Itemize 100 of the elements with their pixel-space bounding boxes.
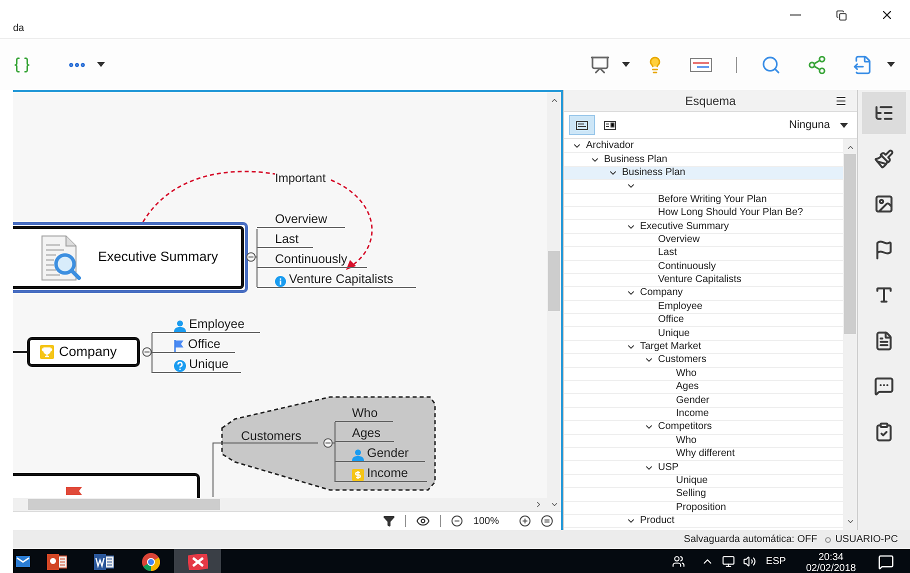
image-icon bbox=[874, 194, 894, 214]
fit-icon[interactable] bbox=[541, 515, 553, 527]
branch-connector bbox=[330, 422, 336, 482]
scrollbar[interactable] bbox=[13, 498, 547, 511]
tree-item[interactable]: How Long Should Your Plan Be? bbox=[564, 206, 843, 220]
taskbar-app[interactable] bbox=[174, 549, 221, 573]
presentation-icon[interactable] bbox=[590, 54, 610, 74]
dollar-icon bbox=[352, 469, 364, 481]
tree-item[interactable]: Last bbox=[564, 247, 843, 261]
tree-item[interactable]: Archivador bbox=[564, 140, 843, 154]
tree-item[interactable]: Business Plan bbox=[564, 166, 843, 180]
collapse-icon[interactable] bbox=[323, 438, 333, 448]
tree-item[interactable]: Unique bbox=[564, 327, 843, 341]
tree-item[interactable]: Who bbox=[564, 368, 843, 382]
tree-item[interactable]: Target Market bbox=[564, 340, 843, 354]
topic-node[interactable]: Company bbox=[27, 337, 140, 367]
topic-text: Venture Capitalists bbox=[289, 271, 394, 287]
network-icon[interactable] bbox=[722, 555, 735, 568]
topic-text: Gender bbox=[367, 445, 409, 461]
panel-title: Esquema bbox=[685, 92, 736, 110]
topic-title[interactable]: Customers bbox=[241, 427, 302, 446]
language-indicator[interactable]: ESP bbox=[766, 554, 786, 569]
topic-label[interactable]: Employee bbox=[152, 315, 260, 333]
scroll-thumb[interactable] bbox=[844, 154, 856, 334]
people-icon[interactable] bbox=[672, 555, 685, 568]
topic-label[interactable]: Office bbox=[152, 335, 235, 353]
tree-item[interactable]: Overview bbox=[564, 234, 843, 248]
clock-date: 02/02/2018 bbox=[806, 563, 856, 573]
topic-node[interactable]: Executive Summary bbox=[13, 222, 248, 293]
tree-item[interactable]: USP bbox=[564, 461, 843, 475]
topic-text: Office bbox=[188, 336, 220, 352]
tree-item[interactable]: Employee bbox=[564, 300, 843, 314]
tree-item[interactable]: Office bbox=[564, 314, 843, 328]
topic-label[interactable]: Ages bbox=[335, 424, 394, 442]
browser-icon bbox=[142, 552, 160, 570]
filter-dropdown[interactable]: Ninguna bbox=[789, 116, 852, 134]
topic-text: Continuously bbox=[275, 251, 348, 267]
zoom-in-icon[interactable] bbox=[519, 515, 531, 527]
window-title: da bbox=[13, 22, 24, 36]
caret-icon bbox=[840, 122, 848, 128]
tree-item[interactable]: Competitors bbox=[564, 421, 843, 435]
tree-item[interactable]: Before Writing Your Plan bbox=[564, 194, 843, 207]
presentation-app-icon bbox=[46, 554, 66, 570]
filter-icon[interactable] bbox=[383, 515, 396, 527]
volume-icon[interactable] bbox=[742, 555, 756, 568]
sidebar-tab[interactable] bbox=[862, 92, 906, 134]
caret-icon bbox=[97, 62, 105, 67]
topic-label[interactable]: Venture Capitalists bbox=[257, 270, 416, 288]
topic-label[interactable]: Overview bbox=[257, 210, 345, 228]
topic-label[interactable]: Last bbox=[257, 230, 313, 248]
topic-label[interactable]: Income bbox=[335, 464, 427, 482]
collapse-icon[interactable] bbox=[142, 347, 152, 357]
scrollbar[interactable] bbox=[547, 92, 561, 511]
tree-item[interactable]: Unique bbox=[564, 474, 843, 488]
tree-item[interactable]: Customers bbox=[564, 354, 843, 368]
tree-item[interactable]: Executive Summary bbox=[564, 220, 843, 234]
structure-icon[interactable] bbox=[13, 56, 31, 74]
scroll-down-icon[interactable] bbox=[550, 500, 558, 509]
relationship-icon[interactable] bbox=[690, 58, 712, 72]
menu-icon[interactable] bbox=[835, 95, 847, 107]
tree-item[interactable]: Income bbox=[564, 408, 843, 422]
topic-text: Income bbox=[367, 465, 408, 481]
scrollbar[interactable] bbox=[843, 139, 857, 530]
topic-label[interactable]: Unique bbox=[152, 355, 241, 373]
view-mode-button[interactable] bbox=[569, 115, 595, 135]
branch-connector bbox=[252, 228, 258, 288]
notifications-icon[interactable] bbox=[878, 554, 894, 570]
tree-item[interactable]: Ages bbox=[564, 381, 843, 394]
tree-item[interactable]: Who bbox=[564, 434, 843, 448]
tree-item[interactable]: Selling bbox=[564, 488, 843, 502]
scroll-down-icon[interactable] bbox=[846, 517, 854, 526]
question-icon bbox=[174, 360, 186, 372]
tree-item[interactable]: Venture Capitalists bbox=[564, 274, 843, 288]
search-icon[interactable] bbox=[761, 54, 781, 74]
share-icon[interactable] bbox=[807, 54, 827, 74]
autosave-status: Salvaguarda automática: OFF bbox=[684, 533, 818, 547]
topic-label[interactable]: Who bbox=[335, 404, 393, 422]
tree-item[interactable]: Company bbox=[564, 287, 843, 301]
outline-icon bbox=[874, 103, 894, 123]
eye-icon[interactable] bbox=[416, 514, 430, 528]
tree-item[interactable]: Why different bbox=[564, 448, 843, 462]
relationship-label[interactable]: Important bbox=[275, 169, 326, 187]
zoom-out-icon[interactable] bbox=[451, 515, 464, 527]
scroll-right-icon[interactable] bbox=[534, 500, 543, 509]
caret-icon bbox=[887, 62, 895, 67]
tree-item[interactable]: Proposition bbox=[564, 502, 843, 515]
chat-icon bbox=[874, 376, 894, 396]
tree-item[interactable]: Gender bbox=[564, 394, 843, 408]
scroll-up-icon[interactable] bbox=[846, 143, 854, 152]
collapse-icon[interactable] bbox=[246, 252, 256, 262]
document-icon bbox=[874, 330, 894, 350]
topic-label[interactable]: Continuously bbox=[257, 250, 367, 268]
scroll-up-icon[interactable] bbox=[550, 96, 558, 105]
tree-item[interactable]: Continuously bbox=[564, 260, 843, 274]
scroll-thumb[interactable] bbox=[548, 251, 560, 311]
tree-item[interactable]: Product bbox=[564, 514, 843, 528]
scroll-thumb[interactable] bbox=[28, 499, 220, 510]
export-icon[interactable] bbox=[853, 54, 873, 74]
topic-label[interactable]: Gender bbox=[335, 444, 425, 462]
topic-text: Overview bbox=[275, 211, 328, 227]
